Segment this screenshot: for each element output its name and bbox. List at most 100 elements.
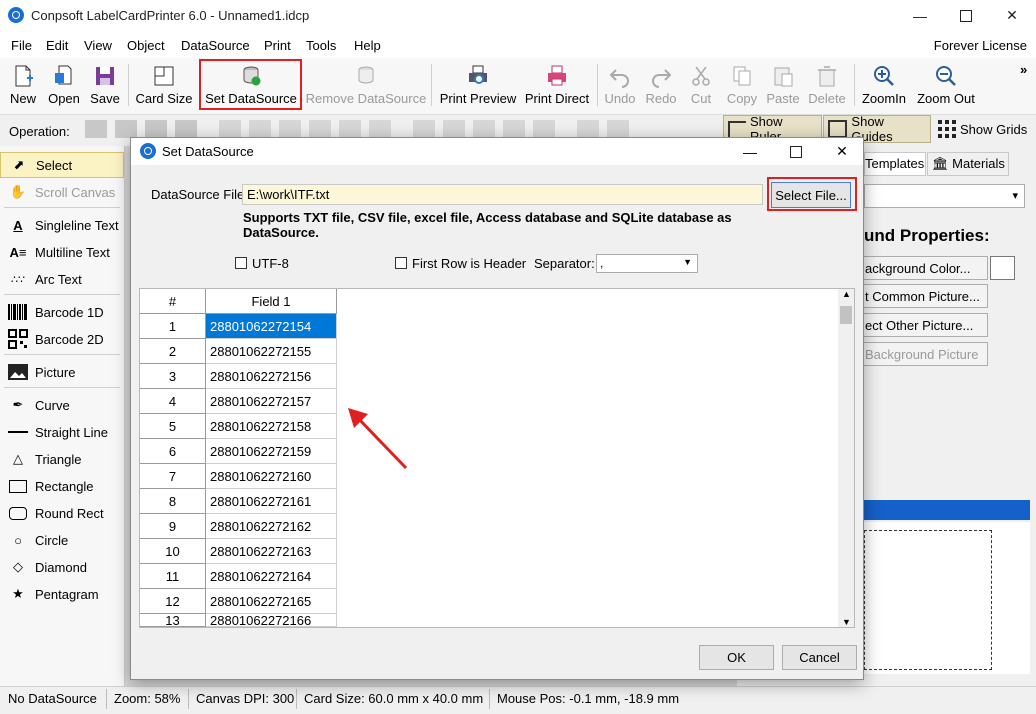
tool-curve[interactable]: ✒ Curve (0, 392, 124, 418)
toolbar-overflow-button[interactable]: » (1020, 62, 1027, 77)
grid-header-field1[interactable]: Field 1 (206, 289, 337, 314)
datasource-file-field[interactable]: E:\work\ITF.txt (242, 184, 763, 205)
undo-button[interactable]: Undo (602, 62, 638, 110)
dialog-close-button[interactable]: ✕ (819, 138, 865, 165)
grid-header-row-number[interactable]: # (140, 289, 206, 314)
tool-multiline-text[interactable]: A≡ Multiline Text (0, 239, 124, 265)
remove-datasource-button[interactable]: Remove DataSource (305, 62, 427, 110)
delete-button[interactable]: Delete (806, 62, 848, 110)
chevron-up-icon[interactable]: ▲ (842, 289, 851, 299)
menu-edit[interactable]: Edit (46, 38, 68, 53)
distribute-icon[interactable] (443, 120, 465, 138)
grid-row-number[interactable]: 12 (140, 589, 206, 614)
open-button[interactable]: Open (45, 62, 83, 110)
property-dropdown[interactable]: ▾ (864, 184, 1025, 208)
tool-scroll-canvas[interactable]: ✋ Scroll Canvas (0, 179, 124, 205)
tool-barcode-1d[interactable]: Barcode 1D (0, 299, 124, 325)
group-icon[interactable] (577, 120, 599, 138)
align-icon[interactable] (279, 120, 301, 138)
menu-file[interactable]: File (11, 38, 32, 53)
grid-cell[interactable]: 28801062272159 (206, 439, 337, 464)
grid-row-number[interactable]: 13 (140, 614, 206, 627)
menu-view[interactable]: View (84, 38, 112, 53)
first-row-header-checkbox[interactable] (395, 257, 407, 269)
tool-barcode-2d[interactable]: Barcode 2D (0, 326, 124, 352)
grid-row-number[interactable]: 6 (140, 439, 206, 464)
grid-vertical-scrollbar[interactable]: ▲ ▼ (838, 289, 854, 627)
grid-cell[interactable]: 28801062272156 (206, 364, 337, 389)
tool-circle[interactable]: ○ Circle (0, 527, 124, 553)
menu-tools[interactable]: Tools (306, 38, 336, 53)
grid-row-number[interactable]: 7 (140, 464, 206, 489)
distribute-icon[interactable] (503, 120, 525, 138)
zoom-out-button[interactable]: Zoom Out (914, 62, 978, 110)
tool-triangle[interactable]: △ Triangle (0, 446, 124, 472)
show-grids-toggle[interactable]: Show Grids (938, 115, 1032, 143)
menu-datasource[interactable]: DataSource (181, 38, 250, 53)
grid-cell[interactable]: 28801062272165 (206, 589, 337, 614)
background-color-button[interactable]: ackground Color... (858, 256, 988, 280)
print-preview-button[interactable]: Print Preview (438, 62, 518, 110)
grid-cell[interactable]: 28801062272158 (206, 414, 337, 439)
tab-templates[interactable]: Templates (864, 152, 926, 176)
grid-row-number[interactable]: 11 (140, 564, 206, 589)
redo-button[interactable]: Redo (643, 62, 679, 110)
cut-button[interactable]: Cut (685, 62, 717, 110)
new-button[interactable]: New (6, 62, 40, 110)
layer-icon[interactable] (115, 120, 137, 138)
clear-background-picture-button[interactable]: Background Picture (858, 342, 988, 366)
close-button[interactable]: ✕ (989, 0, 1035, 31)
align-icon[interactable] (219, 120, 241, 138)
separator-select[interactable]: , ▼ (596, 254, 698, 273)
tool-singleline-text[interactable]: A Singleline Text (0, 212, 124, 238)
tool-round-rect[interactable]: Round Rect (0, 500, 124, 526)
align-icon[interactable] (249, 120, 271, 138)
grid-row-number[interactable]: 8 (140, 489, 206, 514)
card-size-button[interactable]: Card Size (134, 62, 194, 110)
select-other-picture-button[interactable]: ect Other Picture... (858, 313, 988, 337)
utf8-checkbox[interactable] (235, 257, 247, 269)
distribute-icon[interactable] (473, 120, 495, 138)
zoom-in-button[interactable]: ZoomIn (859, 62, 909, 110)
cancel-button[interactable]: Cancel (782, 645, 857, 670)
grid-cell[interactable]: 28801062272154 (206, 314, 337, 339)
scrollbar-thumb[interactable] (840, 306, 852, 324)
menu-object[interactable]: Object (127, 38, 165, 53)
grid-cell[interactable]: 28801062272163 (206, 539, 337, 564)
distribute-icon[interactable] (413, 120, 435, 138)
align-icon[interactable] (339, 120, 361, 138)
save-button[interactable]: Save (88, 62, 122, 110)
grid-cell[interactable]: 28801062272155 (206, 339, 337, 364)
grid-row-number[interactable]: 9 (140, 514, 206, 539)
ungroup-icon[interactable] (607, 120, 629, 138)
menu-help[interactable]: Help (354, 38, 381, 53)
grid-row-number[interactable]: 3 (140, 364, 206, 389)
grid-cell[interactable]: 28801062272164 (206, 564, 337, 589)
grid-cell[interactable]: 28801062272161 (206, 489, 337, 514)
grid-cell[interactable]: 28801062272166 (206, 614, 337, 627)
align-icon[interactable] (369, 120, 391, 138)
layer-icon[interactable] (85, 120, 107, 138)
print-direct-button[interactable]: Print Direct (522, 62, 592, 110)
align-icon[interactable] (309, 120, 331, 138)
maximize-button[interactable] (943, 0, 989, 31)
tool-picture[interactable]: Picture (0, 359, 124, 385)
menu-print[interactable]: Print (264, 38, 291, 53)
minimize-button[interactable]: — (897, 0, 943, 31)
grid-cell[interactable]: 28801062272162 (206, 514, 337, 539)
grid-row-number[interactable]: 10 (140, 539, 206, 564)
copy-button[interactable]: Copy (722, 62, 762, 110)
tool-diamond[interactable]: ◇ Diamond (0, 554, 124, 580)
tool-pentagram[interactable]: ★ Pentagram (0, 581, 124, 607)
paste-button[interactable]: Paste (764, 62, 802, 110)
distribute-icon[interactable] (533, 120, 555, 138)
color-swatch[interactable] (990, 256, 1015, 280)
chevron-down-icon[interactable]: ▼ (842, 617, 851, 627)
ok-button[interactable]: OK (699, 645, 774, 670)
tool-rectangle[interactable]: Rectangle (0, 473, 124, 499)
dialog-maximize-button[interactable] (773, 138, 819, 165)
tool-arc-text[interactable]: ∴∵ Arc Text (0, 266, 124, 292)
grid-row-number[interactable]: 2 (140, 339, 206, 364)
layer-icon[interactable] (175, 120, 197, 138)
tab-materials[interactable]: 🏛 Materials (927, 152, 1009, 176)
